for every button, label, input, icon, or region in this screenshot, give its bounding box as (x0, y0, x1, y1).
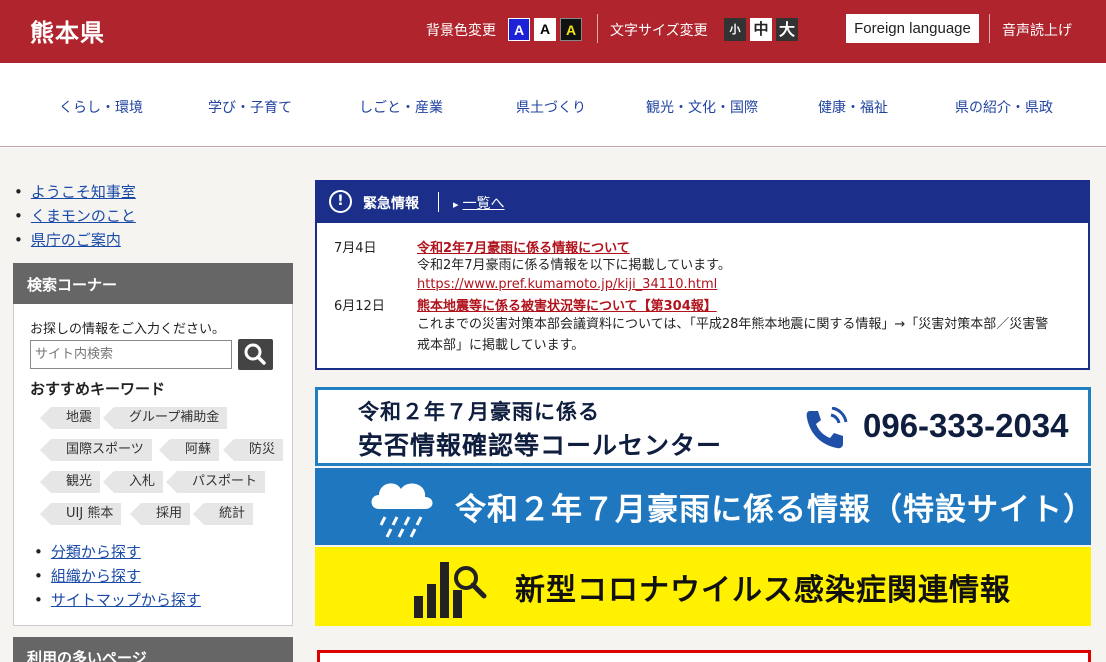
keyword-tag[interactable]: 阿蘇 (158, 439, 220, 461)
call-center-phone: 096-333-2034 (863, 407, 1069, 444)
keyword-tag[interactable]: 統計 (192, 503, 254, 525)
list-item: 分類から探す (34, 540, 201, 564)
notice-box (317, 650, 1091, 662)
list-item: サイトマップから探す (34, 588, 201, 612)
banner-text: 令和２年７月豪雨に係る情報（特設サイト） (455, 492, 1095, 528)
search-by-organization-link[interactable]: 組織から探す (51, 567, 141, 585)
nav-item-land[interactable]: 県土づくり (516, 97, 586, 117)
keywords-title: おすすめキーワード (30, 380, 166, 398)
keyword-tag[interactable]: グループ補助金 (102, 407, 228, 429)
list-item: くまモンのこと (14, 204, 136, 228)
keyword-tag[interactable]: 地震 (39, 407, 101, 429)
emergency-list-link[interactable]: 一覧へ (453, 193, 505, 213)
banner-text: 令和２年７月豪雨に係る (358, 400, 600, 424)
special-site-banner[interactable]: 令和２年７月豪雨に係る情報（特設サイト） (315, 468, 1094, 545)
keyword-tag[interactable]: 入札 (102, 471, 164, 493)
bg-color-label: 背景色変更 (426, 23, 496, 39)
search-corner: お探しの情報をご入力ください。 おすすめキーワード 地震 グループ補助金 国際ス… (13, 304, 293, 626)
emergency-text: これまでの災害対策本部会議資料については、「平成28年熊本地震に関する情報」→「… (417, 317, 1049, 353)
emergency-title: 緊急情報 (363, 196, 419, 212)
quick-link-kumamon[interactable]: くまモンのこと (31, 207, 136, 225)
emergency-link-earthquake[interactable]: 熊本地震等に係る被害状況等について【第304報】 (417, 295, 717, 314)
nav-item-education[interactable]: 学び・子育て (208, 97, 292, 117)
list-item: 県庁のご案内 (14, 228, 136, 252)
bg-black-button[interactable]: A (560, 18, 582, 41)
emergency-text: 令和2年7月豪雨に係る情報を以下に掲載しています。 (417, 258, 731, 273)
search-by-category-link[interactable]: 分類から探す (51, 543, 141, 561)
alert-icon: ! (329, 190, 352, 213)
popular-pages-title: 利用の多いページ (13, 637, 293, 662)
voice-reading-button[interactable]: 音声読上げ (1002, 20, 1072, 40)
font-small-button[interactable]: 小 (724, 18, 746, 41)
search-icon (244, 343, 266, 365)
phone-icon (806, 407, 848, 449)
search-corner-title: 検索コーナー (13, 263, 293, 304)
rain-cloud-icon (371, 483, 433, 538)
keyword-tag[interactable]: UIJ 熊本 (39, 503, 122, 525)
search-button[interactable] (238, 339, 273, 370)
search-prompt: お探しの情報をご入力ください。 (30, 322, 226, 337)
site-header: 熊本県 背景色変更 A A A 文字サイズ変更 小 中 大 Foreign la… (0, 0, 1106, 63)
banner-text: 安否情報確認等コールセンター (358, 431, 723, 460)
chart-search-icon (414, 562, 487, 618)
nav-item-health[interactable]: 健康・福祉 (818, 97, 888, 117)
nav-item-work[interactable]: しごと・産業 (359, 97, 443, 117)
list-item: 組織から探す (34, 564, 201, 588)
list-item: ようこそ知事室 (14, 180, 136, 204)
quick-link-governor[interactable]: ようこそ知事室 (31, 183, 136, 201)
banner-text: 新型コロナウイルス感染症関連情報 (515, 573, 1011, 608)
header-divider (438, 192, 439, 212)
header-divider (597, 14, 598, 43)
emergency-link-heavy-rain[interactable]: 令和2年7月豪雨に係る情報について (417, 237, 630, 256)
call-center-banner[interactable]: 令和２年７月豪雨に係る 安否情報確認等コールセンター 096-333-2034 (315, 387, 1091, 466)
keyword-tag[interactable]: 採用 (129, 503, 191, 525)
search-links: 分類から探す 組織から探す サイトマップから探す (34, 540, 201, 612)
emergency-date: 6月12日 (334, 299, 385, 314)
bg-white-button[interactable]: A (534, 18, 556, 41)
emergency-url-link[interactable]: https://www.pref.kumamoto.jp/kiji_34110.… (417, 277, 717, 292)
quick-link-office[interactable]: 県庁のご案内 (31, 231, 121, 249)
main-nav: くらし・環境 学び・子育て しごと・産業 県土づくり 観光・文化・国際 健康・福… (0, 63, 1106, 147)
bg-blue-button[interactable]: A (508, 18, 530, 41)
emergency-panel: ! 緊急情報 一覧へ 7月4日 令和2年7月豪雨に係る情報について 令和2年7月… (315, 180, 1090, 370)
corona-info-banner[interactable]: 新型コロナウイルス感染症関連情報 (315, 547, 1091, 626)
keyword-tag[interactable]: 国際スポーツ (40, 439, 152, 461)
font-medium-button[interactable]: 中 (750, 18, 772, 41)
search-input[interactable] (30, 340, 232, 369)
emergency-date: 7月4日 (334, 241, 377, 256)
nav-item-prefecture[interactable]: 県の紹介・県政 (955, 97, 1053, 117)
quick-links: ようこそ知事室 くまモンのこと 県庁のご案内 (14, 180, 136, 252)
nav-item-living[interactable]: くらし・環境 (59, 97, 143, 117)
sitemap-link[interactable]: サイトマップから探す (51, 591, 201, 609)
font-size-label: 文字サイズ変更 (610, 23, 708, 39)
emergency-header: ! 緊急情報 一覧へ (317, 182, 1088, 223)
nav-item-tourism[interactable]: 観光・文化・国際 (646, 97, 758, 117)
foreign-language-button[interactable]: Foreign language (846, 14, 979, 43)
font-large-button[interactable]: 大 (776, 18, 798, 41)
keyword-tag[interactable]: 防災 (222, 439, 284, 461)
keyword-tag[interactable]: パスポート (165, 471, 266, 493)
site-logo[interactable]: 熊本県 (30, 13, 105, 48)
page-body: ようこそ知事室 くまモンのこと 県庁のご案内 検索コーナー お探しの情報をご入力… (0, 148, 1106, 662)
header-divider (989, 14, 990, 43)
keyword-tag[interactable]: 観光 (39, 471, 101, 493)
